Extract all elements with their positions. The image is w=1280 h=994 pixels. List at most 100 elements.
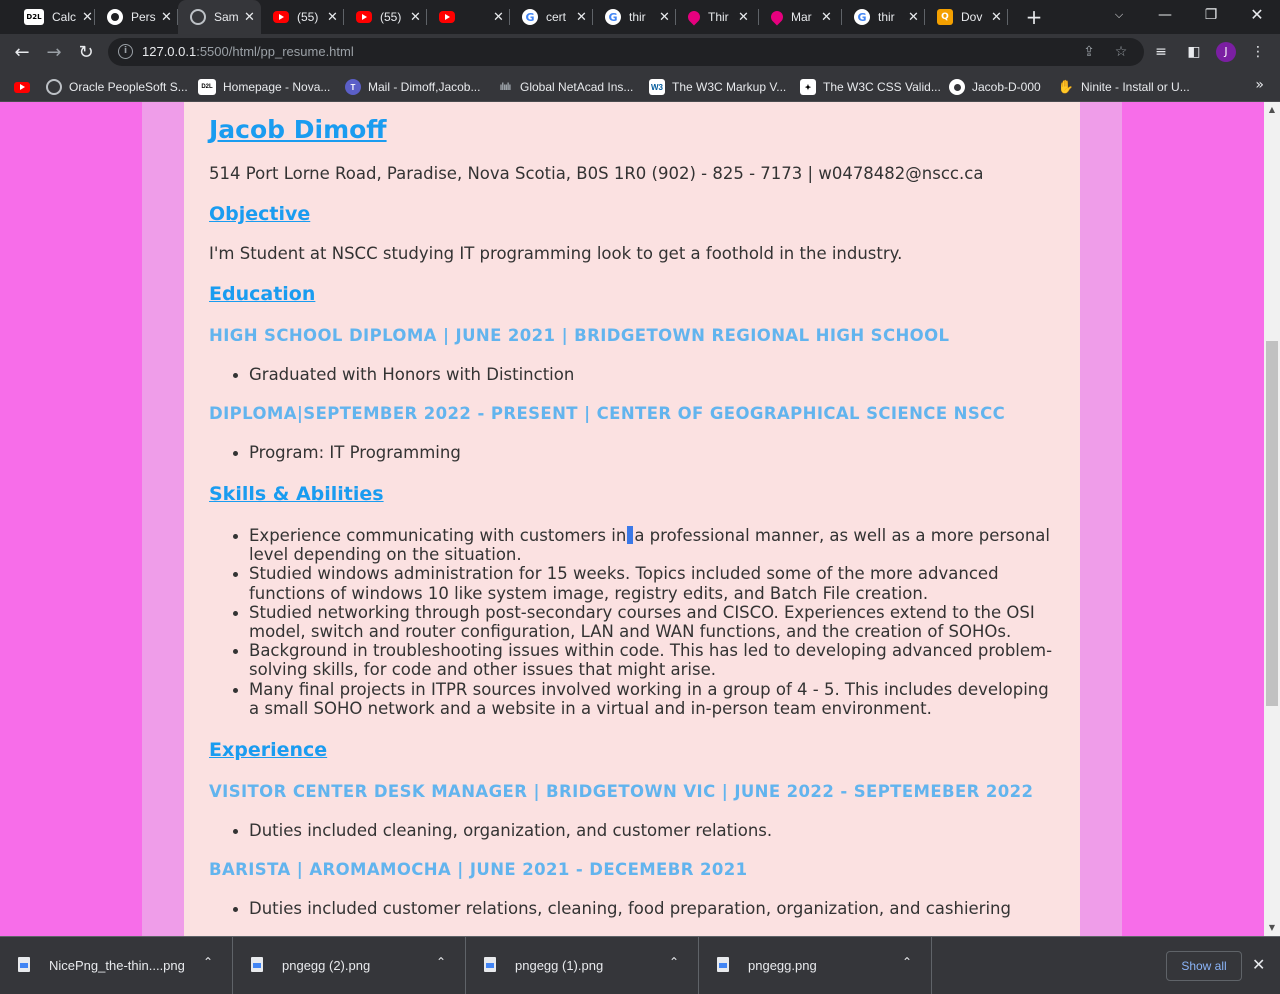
bookmark-label: The W3C Markup V... — [672, 80, 787, 94]
media-queue-icon[interactable]: ≡ — [1151, 42, 1171, 62]
menu-kebab-icon[interactable]: ⋮ — [1248, 42, 1268, 62]
list-item: Many final projects in ITPR sources invo… — [209, 680, 1054, 718]
browser-tab[interactable]: ✕ — [427, 0, 510, 34]
download-item[interactable]: pngegg.png ⌃ — [699, 937, 932, 994]
youtube-icon — [14, 81, 30, 93]
experience-heading[interactable]: Experience — [209, 739, 327, 761]
text-cursor — [627, 526, 634, 544]
bookmark-label: Mail - Dimoff,Jacob... — [368, 80, 481, 94]
scroll-up-arrow-icon[interactable]: ▲ — [1264, 102, 1280, 118]
download-item[interactable]: pngegg (2).png ⌃ — [233, 937, 466, 994]
close-tab-icon[interactable]: ✕ — [410, 10, 421, 25]
close-window-button[interactable]: ✕ — [1234, 0, 1280, 34]
tab-title: Pers — [131, 10, 156, 24]
close-tab-icon[interactable]: ✕ — [991, 10, 1002, 25]
download-item[interactable]: NicePng_the-thin....png ⌃ — [0, 937, 233, 994]
browser-tab[interactable]: Pers ✕ — [95, 0, 178, 34]
browser-tab[interactable]: Gcert ✕ — [510, 0, 593, 34]
show-all-downloads-button[interactable]: Show all — [1166, 951, 1242, 981]
google-icon: G — [854, 9, 870, 25]
github-icon — [107, 9, 123, 25]
experience-entry-title: BARISTA | AROMAMOCHA | JUNE 2021 - DECEM… — [209, 860, 748, 879]
skills-heading[interactable]: Skills & Abilities — [209, 483, 384, 505]
close-tab-icon[interactable]: ✕ — [493, 10, 504, 25]
browser-tab[interactable]: Sam ✕ — [178, 0, 261, 34]
browser-tab[interactable]: (55) ✕ — [344, 0, 427, 34]
bookmark-item[interactable]: D2L Homepage - Nova... — [198, 77, 330, 97]
download-filename: NicePng_the-thin....png — [49, 958, 185, 973]
cisco-icon: ılıılı — [499, 81, 512, 93]
tab-strip: D2L Calc ✕ Pers ✕ Sam ✕ (55) ✕ (55) ✕ ✕ Gcert ✕ Gthir ✕… — [0, 0, 1280, 34]
bookmark-label: Jacob-D-000 — [972, 80, 1041, 94]
back-arrow-icon[interactable]: ← — [8, 39, 36, 67]
download-item[interactable]: pngegg (1).png ⌃ — [466, 937, 699, 994]
site-info-icon[interactable]: i — [118, 44, 133, 59]
bookmarks-overflow-icon[interactable]: » — [1255, 77, 1264, 93]
vertical-scrollbar[interactable]: ▲ ▼ — [1264, 102, 1280, 936]
browser-tab[interactable]: Gthir ✕ — [593, 0, 676, 34]
google-icon: G — [605, 9, 621, 25]
reload-icon[interactable]: ↻ — [72, 39, 100, 67]
bookmark-item[interactable]: ✦ The W3C CSS Valid... — [800, 77, 941, 97]
new-tab-button[interactable]: + — [1022, 5, 1046, 29]
url-path: :5500/html/pp_resume.html — [196, 44, 354, 59]
education-heading[interactable]: Education — [209, 283, 315, 305]
bookmark-item[interactable]: Oracle PeopleSoft S... — [46, 77, 188, 97]
globe-icon — [190, 9, 206, 25]
ninite-icon: ✋ — [1057, 79, 1075, 94]
close-tab-icon[interactable]: ✕ — [327, 10, 338, 25]
forward-arrow-icon[interactable]: → — [40, 39, 68, 67]
education-entry-title: HIGH SCHOOL DIPLOMA | JUNE 2021 | BRIDGE… — [209, 326, 950, 345]
chevron-up-icon[interactable]: ⌃ — [436, 955, 446, 969]
experience-entry-list: Duties included cleaning, organization, … — [209, 821, 1054, 840]
close-tab-icon[interactable]: ✕ — [908, 10, 919, 25]
youtube-icon — [356, 11, 372, 23]
side-panel-icon[interactable]: ◧ — [1184, 42, 1204, 62]
close-tab-icon[interactable]: ✕ — [738, 10, 749, 25]
address-bar[interactable]: i 127.0.0.1:5500/html/pp_resume.html ⇪ ☆ — [108, 38, 1144, 66]
close-shelf-icon[interactable]: ✕ — [1252, 955, 1265, 974]
close-tab-icon[interactable]: ✕ — [244, 10, 255, 25]
tab-title: Calc — [52, 10, 77, 24]
restore-button[interactable]: ❐ — [1188, 0, 1234, 34]
url-text[interactable]: 127.0.0.1:5500/html/pp_resume.html — [142, 44, 354, 59]
bookmark-item[interactable]: T Mail - Dimoff,Jacob... — [345, 77, 480, 97]
close-tab-icon[interactable]: ✕ — [659, 10, 670, 25]
browser-tab[interactable]: Q Dov ✕ — [925, 0, 1008, 34]
chevron-up-icon[interactable]: ⌃ — [902, 955, 912, 969]
scrollbar-thumb[interactable] — [1266, 341, 1278, 706]
bookmark-item[interactable]: ✋ Ninite - Install or U... — [1058, 77, 1190, 97]
bookmark-item[interactable]: Jacob-D-000 — [949, 77, 1041, 97]
tab-title: (55) — [380, 10, 402, 24]
browser-tab[interactable]: (55) ✕ — [261, 0, 344, 34]
close-tab-icon[interactable]: ✕ — [161, 10, 172, 25]
close-tab-icon[interactable]: ✕ — [821, 10, 832, 25]
bookmark-item[interactable] — [14, 77, 37, 97]
skills-list: Experience communicating with customers … — [209, 526, 1054, 718]
tab-search-icon[interactable]: ⌵ — [1096, 0, 1142, 34]
objective-heading[interactable]: Objective — [209, 203, 310, 225]
browser-tab[interactable]: Thir ✕ — [676, 0, 759, 34]
bookmark-star-icon[interactable]: ☆ — [1112, 43, 1130, 61]
chevron-up-icon[interactable]: ⌃ — [203, 955, 213, 969]
chevron-up-icon[interactable]: ⌃ — [669, 955, 679, 969]
bookmark-item[interactable]: W3 The W3C Markup V... — [649, 77, 786, 97]
youtube-icon — [273, 11, 289, 23]
skill-text: Experience communicating with customers … — [249, 526, 627, 545]
image-file-icon — [251, 957, 263, 972]
browser-tab[interactable]: Mar ✕ — [759, 0, 842, 34]
resume-name-link[interactable]: Jacob Dimoff — [209, 115, 387, 144]
browser-tab[interactable]: Gthir ✕ — [842, 0, 925, 34]
close-tab-icon[interactable]: ✕ — [82, 10, 93, 25]
bookmark-label: Global NetAcad Ins... — [520, 80, 634, 94]
share-icon[interactable]: ⇪ — [1080, 43, 1098, 61]
minimize-button[interactable]: — — [1142, 0, 1188, 34]
scroll-down-arrow-icon[interactable]: ▼ — [1264, 920, 1280, 936]
bookmark-label: Oracle PeopleSoft S... — [69, 80, 188, 94]
close-tab-icon[interactable]: ✕ — [576, 10, 587, 25]
browser-tab[interactable]: D2L Calc ✕ — [12, 0, 95, 34]
experience-entry-title: VISITOR CENTER DESK MANAGER | BRIDGETOWN… — [209, 782, 1034, 801]
bookmark-item[interactable]: ılıılı Global NetAcad Ins... — [497, 77, 634, 97]
profile-avatar[interactable]: J — [1216, 42, 1236, 62]
tab-title: thir — [878, 10, 895, 24]
